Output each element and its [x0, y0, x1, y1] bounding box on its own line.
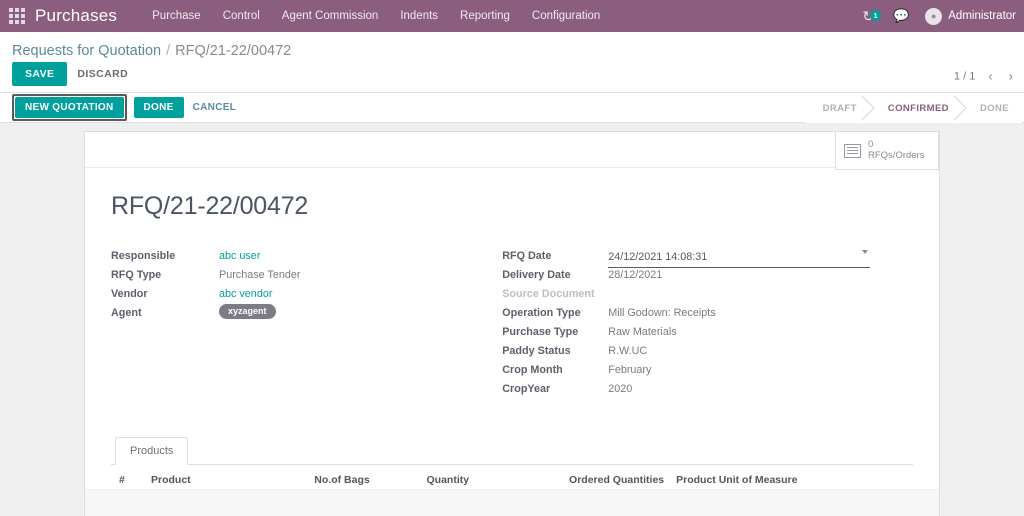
save-button[interactable]: SAVE — [12, 62, 67, 86]
menu-item-reporting[interactable]: Reporting — [449, 0, 521, 32]
field-agent-tag[interactable]: xyzagent — [219, 304, 276, 319]
field-crop-year: CropYear 2020 — [502, 380, 913, 399]
field-source-document: Source Document — [502, 285, 913, 304]
sheet-bottom-strip — [85, 489, 939, 516]
breadcrumb-parent-link[interactable]: Requests for Quotation — [12, 43, 161, 59]
rfq-date-value: 24/12/2021 14:08:31 — [608, 251, 707, 263]
breadcrumb-separator: / — [166, 43, 170, 59]
done-button[interactable]: DONE — [134, 97, 184, 118]
field-delivery-date-value[interactable]: 28/12/2021 — [608, 266, 662, 284]
smart-button-rfqs-orders[interactable]: 0 RFQs/Orders — [835, 131, 939, 170]
notebook-tabs: Products — [111, 437, 913, 465]
field-responsible-label: Responsible — [111, 247, 219, 265]
form-sheet: 0 RFQs/Orders RFQ/21-22/00472 Responsibl… — [84, 131, 940, 516]
status-stage-confirmed[interactable]: CONFIRMED — [870, 93, 962, 123]
cancel-button[interactable]: CANCEL — [184, 97, 245, 118]
breadcrumb: Requests for Quotation / RFQ/21-22/00472 — [0, 32, 1024, 60]
menu-item-agent-commission[interactable]: Agent Commission — [271, 0, 390, 32]
activity-menu-button[interactable]: ↻ 1 — [853, 9, 883, 23]
discard-button[interactable]: DISCARD — [67, 63, 138, 85]
field-crop-month-value[interactable]: February — [608, 361, 651, 379]
menu-item-control[interactable]: Control — [212, 0, 271, 32]
status-pipeline: DRAFT CONFIRMED DONE — [805, 93, 1022, 123]
field-vendor-label: Vendor — [111, 285, 219, 303]
menu-item-purchase[interactable]: Purchase — [141, 0, 212, 32]
avatar: ● — [925, 8, 942, 25]
topbar-right-zone: ↻ 1 💬 ● Administrator — [853, 0, 1024, 32]
form-columns: Responsible abc user RFQ Type Purchase T… — [111, 247, 913, 399]
pager: 1 / 1 ‹ › — [954, 69, 1016, 84]
field-paddy-status-value[interactable]: R.W.UC — [608, 342, 647, 360]
chevron-down-icon[interactable] — [862, 250, 868, 254]
user-menu[interactable]: ● Administrator — [919, 8, 1024, 25]
top-navbar: Purchases Purchase Control Agent Commiss… — [0, 0, 1024, 32]
form-column-right: RFQ Date 24/12/2021 14:08:31 Delivery Da… — [502, 247, 913, 399]
apps-grid-icon[interactable] — [9, 8, 25, 24]
page-title: RFQ/21-22/00472 — [111, 192, 913, 221]
control-panel: Requests for Quotation / RFQ/21-22/00472… — [0, 32, 1024, 93]
field-paddy-status-label: Paddy Status — [502, 342, 608, 360]
field-vendor-value[interactable]: abc vendor — [219, 285, 272, 303]
rfq-date-input[interactable]: 24/12/2021 14:08:31 — [608, 247, 870, 268]
field-operation-type-value[interactable]: Mill Godown: Receipts — [608, 304, 715, 322]
field-rfq-type-value[interactable]: Purchase Tender — [219, 266, 300, 284]
sheet-button-box-band: 0 RFQs/Orders — [85, 132, 939, 168]
app-brand-title[interactable]: Purchases — [35, 6, 117, 26]
field-rfq-type: RFQ Type Purchase Tender — [111, 266, 502, 285]
list-view-icon — [844, 144, 861, 158]
field-responsible-value[interactable]: abc user — [219, 247, 260, 265]
pager-previous-icon[interactable]: ‹ — [985, 69, 995, 84]
field-rfq-type-label: RFQ Type — [111, 266, 219, 284]
status-stage-draft[interactable]: DRAFT — [805, 93, 870, 123]
new-quotation-focus-ring: NEW QUOTATION — [12, 94, 127, 121]
field-agent-label: Agent — [111, 304, 219, 322]
smart-button-text: 0 RFQs/Orders — [868, 140, 924, 162]
menu-item-indents[interactable]: Indents — [389, 0, 449, 32]
smart-button-value: 0 — [868, 140, 924, 151]
tab-products[interactable]: Products — [115, 437, 188, 465]
breadcrumb-current: RFQ/21-22/00472 — [175, 43, 291, 59]
field-agent: Agent xyzagent — [111, 304, 502, 323]
smart-button-label: RFQs/Orders — [868, 151, 924, 162]
field-source-document-label: Source Document — [502, 285, 608, 303]
field-responsible: Responsible abc user — [111, 247, 502, 266]
field-operation-type: Operation Type Mill Godown: Receipts — [502, 304, 913, 323]
pager-counter: 1 / 1 — [954, 70, 975, 82]
main-menu: Purchase Control Agent Commission Indent… — [141, 0, 611, 32]
field-rfq-date: RFQ Date 24/12/2021 14:08:31 — [502, 247, 913, 266]
form-view-body: 0 RFQs/Orders RFQ/21-22/00472 Responsibl… — [0, 123, 1024, 516]
field-delivery-date-label: Delivery Date — [502, 266, 608, 284]
menu-item-configuration[interactable]: Configuration — [521, 0, 611, 32]
field-crop-month: Crop Month February — [502, 361, 913, 380]
activity-count-badge: 1 — [870, 10, 881, 21]
field-crop-year-value[interactable]: 2020 — [608, 380, 632, 398]
field-purchase-type-value[interactable]: Raw Materials — [608, 323, 676, 341]
field-crop-month-label: Crop Month — [502, 361, 608, 379]
field-operation-type-label: Operation Type — [502, 304, 608, 322]
field-vendor: Vendor abc vendor — [111, 285, 502, 304]
field-delivery-date: Delivery Date 28/12/2021 — [502, 266, 913, 285]
username-label: Administrator — [948, 10, 1016, 22]
status-stage-done[interactable]: DONE — [962, 93, 1022, 123]
field-paddy-status: Paddy Status R.W.UC — [502, 342, 913, 361]
workflow-statusbar: NEW QUOTATION DONE CANCEL DRAFT CONFIRME… — [0, 93, 1024, 123]
form-column-left: Responsible abc user RFQ Type Purchase T… — [111, 247, 502, 399]
field-crop-year-label: CropYear — [502, 380, 608, 398]
sheet-wrapper: 0 RFQs/Orders RFQ/21-22/00472 Responsibl… — [0, 131, 1024, 516]
sheet-content: RFQ/21-22/00472 Responsible abc user RFQ… — [85, 168, 939, 516]
field-purchase-type-label: Purchase Type — [502, 323, 608, 341]
record-action-bar: SAVE DISCARD 1 / 1 ‹ › — [0, 60, 1024, 92]
pager-next-icon[interactable]: › — [1006, 69, 1016, 84]
new-quotation-button[interactable]: NEW QUOTATION — [15, 97, 124, 118]
field-purchase-type: Purchase Type Raw Materials — [502, 323, 913, 342]
chat-bubble-icon[interactable]: 💬 — [883, 8, 919, 24]
field-rfq-date-label: RFQ Date — [502, 247, 608, 265]
